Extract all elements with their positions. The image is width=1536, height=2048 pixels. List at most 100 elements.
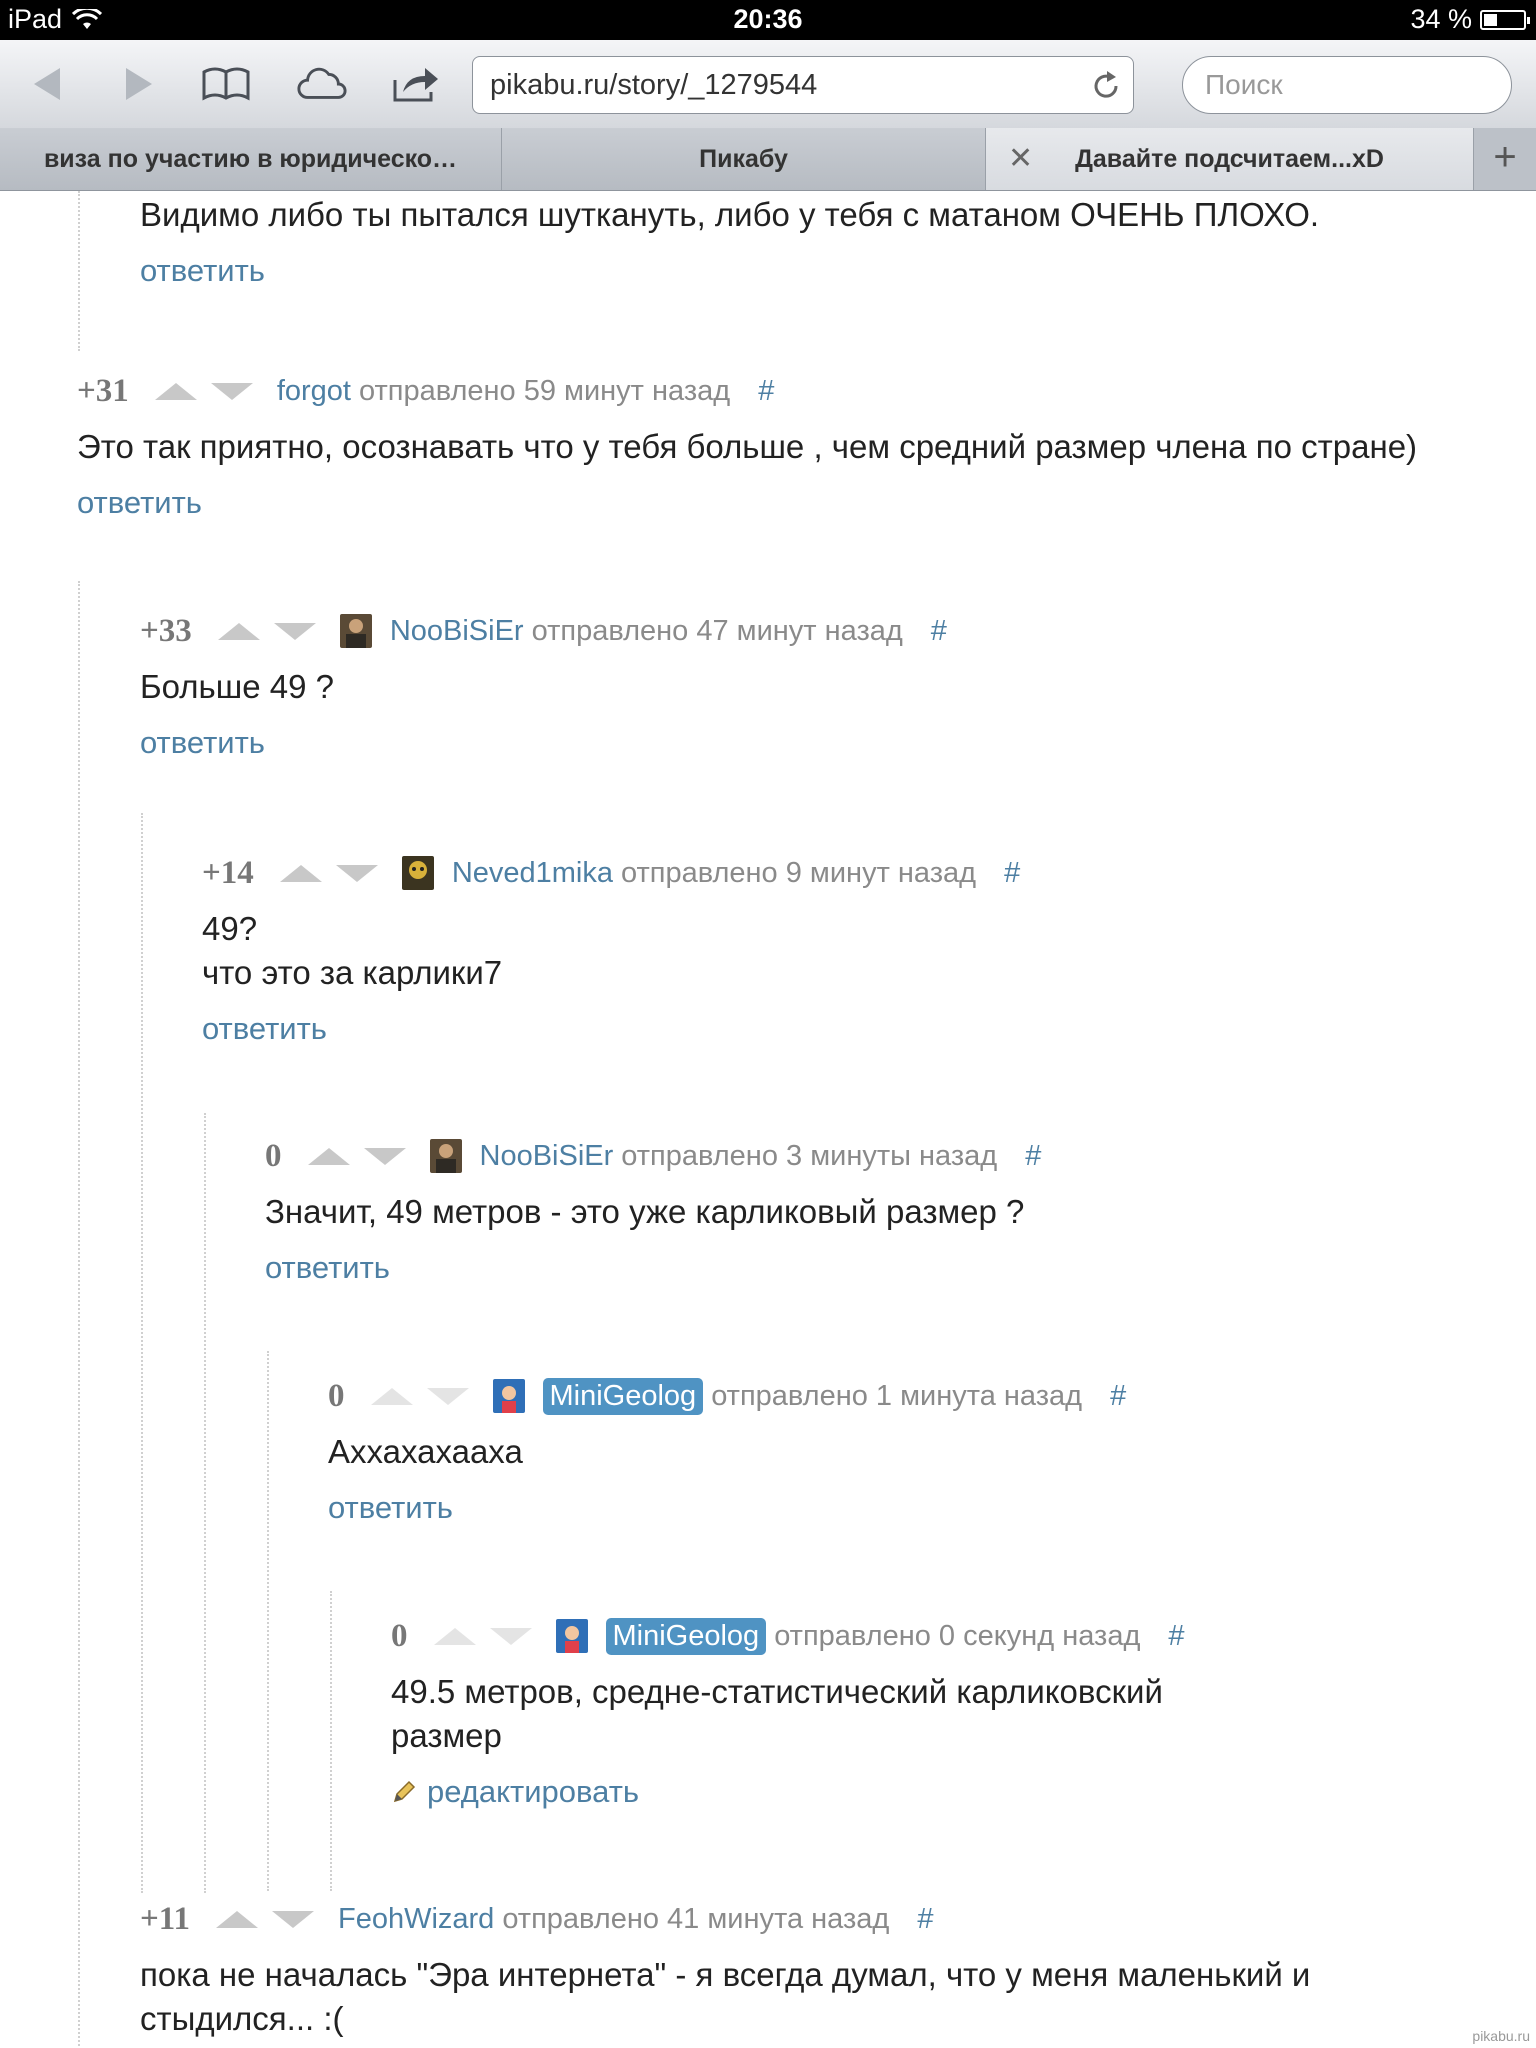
tab-label: виза по участию в юридическо… bbox=[43, 145, 458, 173]
comment-rating: +33 bbox=[140, 612, 192, 649]
comment-rating: +11 bbox=[140, 1900, 190, 1937]
comment-author[interactable]: FeohWizard bbox=[338, 1903, 494, 1936]
permalink[interactable]: # bbox=[931, 615, 947, 648]
comment-author[interactable]: Neved1mika bbox=[452, 857, 613, 890]
avatar[interactable] bbox=[555, 1619, 588, 1653]
comment-rating: +31 bbox=[77, 372, 129, 409]
comment-line: стыдился... :( bbox=[140, 2000, 344, 2037]
comment-text: пока не началась "Эра интернета" - я все… bbox=[140, 1953, 1310, 2041]
tab-label: Давайте подсчитаем...xD bbox=[1075, 145, 1384, 173]
comment-time: отправлено 9 минут назад bbox=[621, 856, 977, 889]
comments-page: Видимо либо ты пытался шуткануть, либо у… bbox=[0, 191, 1536, 2048]
edit-link[interactable]: редактировать bbox=[391, 1772, 1185, 1812]
forward-arrow-icon bbox=[126, 68, 152, 100]
comment-text: Аххахахааха bbox=[328, 1433, 523, 1470]
downvote-icon[interactable] bbox=[489, 1627, 532, 1645]
reply-link[interactable]: ответить bbox=[328, 1488, 1126, 1528]
url-text: pikabu.ru/story/_1279544 bbox=[490, 69, 818, 101]
new-tab-button[interactable]: + bbox=[1474, 128, 1536, 190]
comment-author[interactable]: NooBiSiEr bbox=[480, 1140, 614, 1173]
upvote-icon[interactable] bbox=[433, 1627, 476, 1645]
comment-time: отправлено 41 минута назад bbox=[502, 1902, 890, 1935]
comment-line: пока не началась "Эра интернета" - я все… bbox=[140, 1956, 1311, 1993]
comment: +33 NooBiSiEr отправлено 47 минут назад … bbox=[140, 611, 947, 763]
reply-link[interactable]: ответить bbox=[265, 1248, 1041, 1288]
tab-visa[interactable]: виза по участию в юридическо… bbox=[0, 128, 502, 190]
close-tab-icon[interactable]: ✕ bbox=[1008, 128, 1033, 190]
permalink[interactable]: # bbox=[1025, 1140, 1041, 1173]
battery-icon bbox=[1480, 9, 1530, 30]
permalink[interactable]: # bbox=[917, 1903, 933, 1936]
comment-fragment: Видимо либо ты пытался шуткануть, либо у… bbox=[140, 191, 1319, 291]
comment: +31 forgot отправлено 59 минут назад # Э… bbox=[77, 371, 1417, 523]
thread-line bbox=[204, 1113, 206, 1893]
comment-text: Больше 49 ? bbox=[140, 668, 334, 705]
comment: 0 NooBiSiEr отправлено 3 минуты назад # … bbox=[265, 1136, 1041, 1288]
comment-rating: 0 bbox=[328, 1377, 345, 1414]
icloud-tabs-button[interactable] bbox=[296, 58, 348, 110]
reply-link[interactable]: ответить bbox=[140, 723, 947, 763]
back-button[interactable] bbox=[22, 58, 74, 110]
comment-rating: 0 bbox=[265, 1137, 282, 1174]
avatar[interactable] bbox=[401, 856, 434, 890]
share-button[interactable] bbox=[390, 58, 442, 110]
permalink[interactable]: # bbox=[1110, 1380, 1126, 1413]
tab-pikabu[interactable]: Пикабу bbox=[502, 128, 986, 190]
permalink[interactable]: # bbox=[758, 375, 774, 408]
avatar[interactable] bbox=[429, 1139, 462, 1173]
search-input[interactable]: Поиск bbox=[1182, 56, 1512, 114]
edit-label: редактировать bbox=[427, 1774, 640, 1809]
comment-rating: 0 bbox=[391, 1617, 408, 1654]
comment-text: Видимо либо ты пытался шуткануть, либо у… bbox=[140, 196, 1320, 233]
comment-author[interactable]: NooBiSiEr bbox=[390, 615, 524, 648]
tab-active[interactable]: ✕ Давайте подсчитаем...xD bbox=[986, 128, 1474, 190]
comment: +11 FeohWizard отправлено 41 минута наза… bbox=[140, 1899, 1310, 2041]
reply-link[interactable]: ответить bbox=[202, 1009, 1020, 1049]
avatar[interactable] bbox=[492, 1379, 525, 1413]
bookmarks-button[interactable] bbox=[200, 58, 252, 110]
upvote-icon[interactable] bbox=[307, 1147, 350, 1165]
comment-line: что это за карлики7 bbox=[202, 954, 503, 991]
thread-line bbox=[141, 813, 143, 1893]
forward-button[interactable] bbox=[112, 58, 164, 110]
upvote-icon[interactable] bbox=[215, 1910, 258, 1928]
plus-icon: + bbox=[1493, 135, 1517, 179]
comment-author-own[interactable]: MiniGeolog bbox=[542, 1377, 704, 1415]
upvote-icon[interactable] bbox=[370, 1387, 413, 1405]
permalink[interactable]: # bbox=[1004, 857, 1020, 890]
downvote-icon[interactable] bbox=[426, 1387, 469, 1405]
reload-icon[interactable] bbox=[1089, 69, 1123, 103]
browser-toolbar: pikabu.ru/story/_1279544 Поиск bbox=[0, 40, 1536, 129]
upvote-icon[interactable] bbox=[154, 382, 197, 400]
downvote-icon[interactable] bbox=[210, 382, 253, 400]
upvote-icon[interactable] bbox=[217, 622, 260, 640]
comment-time: отправлено 59 минут назад bbox=[358, 374, 731, 407]
thread-line bbox=[78, 191, 80, 351]
comment-text: Это так приятно, осознавать что у тебя б… bbox=[77, 428, 1418, 465]
comment-text: Значит, 49 метров - это уже карликовый р… bbox=[265, 1193, 1025, 1230]
downvote-icon[interactable] bbox=[271, 1910, 314, 1928]
tab-label: Пикабу bbox=[699, 145, 788, 173]
upvote-icon[interactable] bbox=[279, 864, 322, 882]
downvote-icon[interactable] bbox=[363, 1147, 406, 1165]
status-bar: iPad 20:36 34 % bbox=[0, 0, 1536, 40]
back-arrow-icon bbox=[34, 68, 60, 100]
comment: +14 Neved1mika отправлено 9 минут назад … bbox=[202, 853, 1020, 1049]
comment: 0 MiniGeolog отправлено 0 секунд назад #… bbox=[391, 1616, 1185, 1812]
comment-rating: +14 bbox=[202, 854, 254, 891]
address-bar[interactable]: pikabu.ru/story/_1279544 bbox=[472, 56, 1134, 114]
comment-author-own[interactable]: MiniGeolog bbox=[605, 1617, 767, 1655]
tab-bar: виза по участию в юридическо… Пикабу ✕ Д… bbox=[0, 128, 1536, 191]
reply-link[interactable]: ответить bbox=[140, 251, 1319, 291]
downvote-icon[interactable] bbox=[335, 864, 378, 882]
downvote-icon[interactable] bbox=[273, 622, 316, 640]
share-icon bbox=[393, 68, 438, 102]
book-icon bbox=[202, 67, 250, 101]
permalink[interactable]: # bbox=[1168, 1620, 1184, 1653]
avatar[interactable] bbox=[339, 614, 372, 648]
comment-time: отправлено 47 минут назад bbox=[531, 614, 903, 647]
comment-author[interactable]: forgot bbox=[277, 375, 351, 408]
reply-link[interactable]: ответить bbox=[77, 483, 1417, 523]
clock: 20:36 bbox=[733, 4, 803, 34]
thread-line bbox=[78, 581, 80, 2048]
